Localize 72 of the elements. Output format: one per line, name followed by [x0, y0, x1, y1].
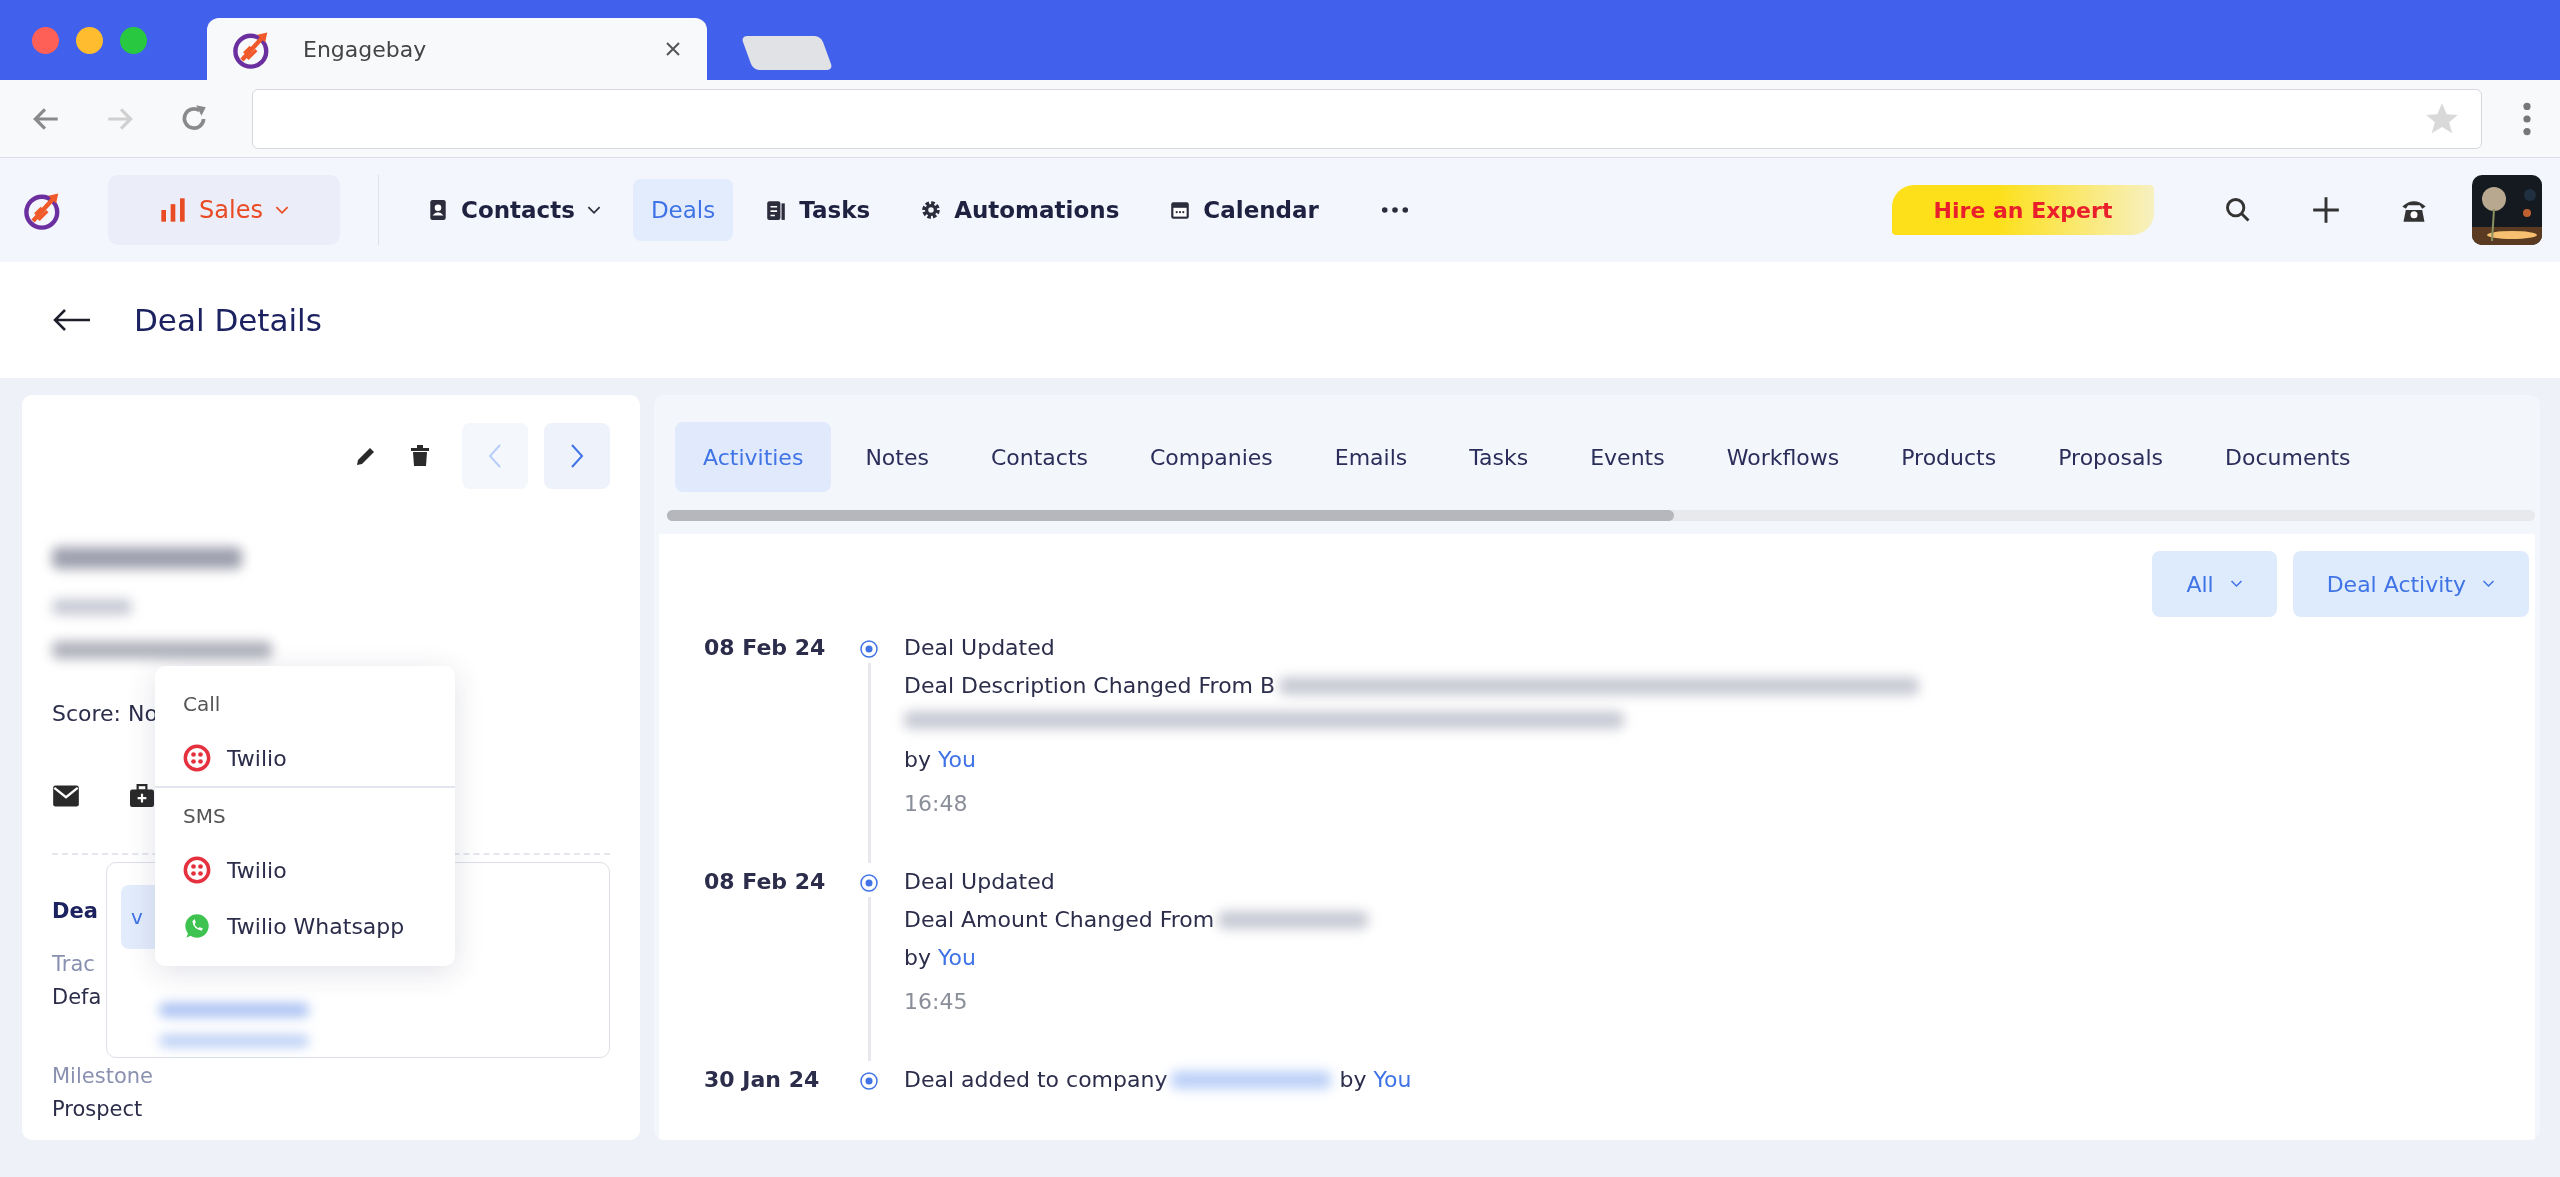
menu-heading: SMS	[182, 803, 227, 830]
field-value: Defa	[52, 984, 102, 1011]
activity-date: 30 Jan 24	[704, 1066, 821, 1094]
chat-bubble-icon	[183, 912, 211, 940]
nav-item[interactable]: Deals	[632, 179, 734, 241]
timeline-dot-icon	[859, 1071, 879, 1091]
nav-item[interactable]: Automations	[902, 179, 1138, 241]
activity-time: 16:48	[904, 790, 969, 818]
tab[interactable]: Companies	[1122, 422, 1301, 492]
tab[interactable]: Tasks	[1441, 422, 1557, 492]
notepad-icon	[765, 199, 788, 221]
nav-item[interactable]: Tasks	[747, 179, 889, 241]
more-icon[interactable]	[1380, 206, 1409, 214]
section-heading: Dea	[52, 898, 98, 925]
address-field[interactable]	[252, 88, 2482, 149]
tab[interactable]: Notes	[837, 422, 957, 492]
chevron-right-icon	[570, 443, 584, 469]
author-line: by You	[904, 945, 976, 970]
mail-icon[interactable]	[52, 784, 80, 808]
filter-dropdown[interactable]: Deal Activity	[2292, 551, 2529, 617]
tab[interactable]: Products	[1873, 422, 2025, 492]
calendar-icon	[1169, 199, 1192, 221]
menu-item[interactable]: Twilio	[155, 730, 455, 786]
gear-icon	[920, 199, 943, 221]
filter-dropdown[interactable]: All	[2152, 551, 2277, 617]
browser-tab[interactable]: Engagebay	[207, 18, 707, 80]
search-icon[interactable]	[2224, 196, 2252, 224]
tab[interactable]: Emails	[1306, 422, 1436, 492]
activity-date: 08 Feb 24	[704, 634, 827, 662]
add-icon[interactable]	[2312, 196, 2340, 224]
chevron-left-icon	[488, 443, 502, 469]
author-line: by You	[1339, 1066, 1412, 1094]
activity-title: Deal Updated	[904, 634, 1056, 662]
tab[interactable]: Workflows	[1698, 422, 1868, 492]
tab[interactable]: Events	[1562, 422, 1693, 492]
tab[interactable]: Activities	[675, 422, 832, 492]
tab[interactable]: Contacts	[962, 422, 1116, 492]
caret-icon	[2229, 580, 2243, 588]
field-value: Prospect	[52, 1096, 143, 1123]
timeline-dot-icon	[859, 639, 879, 659]
back-icon[interactable]	[52, 308, 92, 332]
author-link[interactable]: You	[938, 945, 976, 970]
field-label: Trac	[52, 951, 95, 978]
field-label: Milestone	[52, 1063, 153, 1090]
tab[interactable]: Documents	[2197, 422, 2379, 492]
author-line: by You	[904, 747, 976, 772]
author-link[interactable]: You	[1373, 1067, 1412, 1092]
bar-chart-icon	[159, 196, 188, 224]
activity-detail: Deal added to company	[904, 1066, 1168, 1094]
author-link[interactable]: You	[938, 747, 976, 772]
tab[interactable]: Proposals	[2030, 422, 2192, 492]
menu-heading: Call	[182, 691, 222, 718]
activity-title: Deal Updated	[904, 868, 1056, 896]
caret-icon	[2482, 580, 2495, 588]
nav-item[interactable]: Calendar	[1151, 179, 1337, 241]
timeline-dot-icon	[859, 873, 879, 893]
twilio-icon	[183, 856, 211, 884]
scrollbar-thumb[interactable]	[667, 510, 1674, 521]
menu-icon[interactable]	[2522, 100, 2532, 137]
activity-detail: Deal Amount Changed From	[904, 906, 1215, 934]
maximize-window-icon[interactable]	[120, 26, 147, 54]
activity-detail: Deal Description Changed From B	[904, 672, 1276, 700]
address-book-icon	[427, 199, 449, 221]
page-title: Deal Details	[134, 302, 322, 338]
delete-icon[interactable]	[408, 444, 432, 468]
activity-date: 08 Feb 24	[704, 868, 827, 896]
nav-item[interactable]: Contacts	[409, 179, 619, 241]
activity-time: 16:45	[904, 988, 969, 1016]
briefcase-icon[interactable]	[128, 784, 156, 808]
minimize-window-icon[interactable]	[76, 26, 103, 54]
twilio-icon	[183, 744, 211, 772]
caret-icon	[274, 205, 289, 215]
